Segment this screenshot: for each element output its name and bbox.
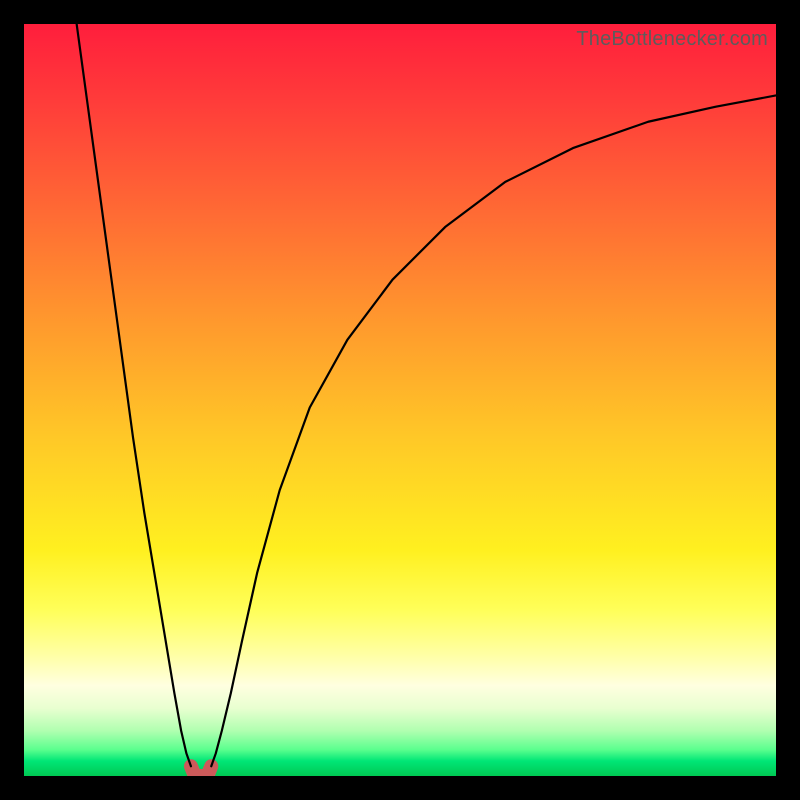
chart-container: TheBottlenecker.com bbox=[0, 0, 800, 800]
plot-area: TheBottlenecker.com bbox=[24, 24, 776, 776]
bottleneck-gradient-background bbox=[24, 24, 776, 776]
watermark-text: TheBottlenecker.com bbox=[576, 28, 768, 51]
